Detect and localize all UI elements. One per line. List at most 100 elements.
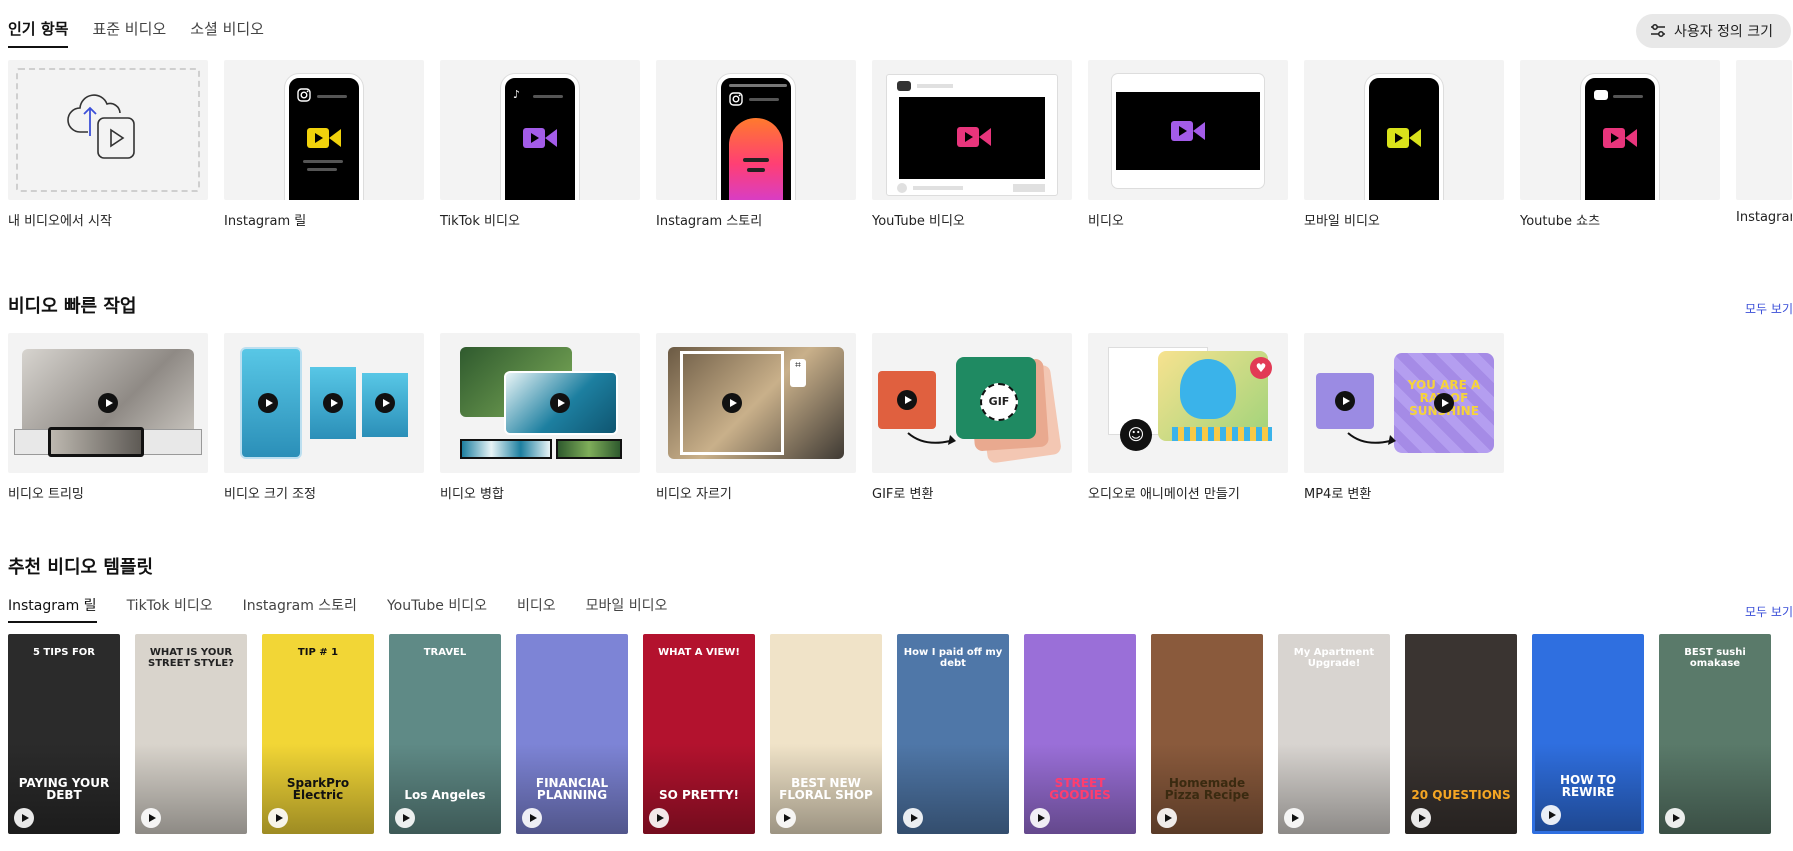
play-icon <box>722 393 742 413</box>
tab-mobile-video[interactable]: 모바일 비디오 <box>586 595 668 623</box>
template-bottom-text: SparkPro Electric <box>286 775 350 803</box>
format-thumb[interactable] <box>1088 60 1288 200</box>
quick-action-thumb[interactable] <box>440 333 640 473</box>
quick-action-thumb[interactable] <box>224 333 424 473</box>
quick-action-gif[interactable]: GIF GIF로 변환 <box>872 333 1072 502</box>
story-gradient <box>729 118 783 200</box>
template-card[interactable]: My Apartment Upgrade! <box>1278 634 1390 834</box>
tab-popular[interactable]: 인기 항목 <box>8 18 69 48</box>
template-tabs: Instagram 릴 TikTok 비디오 Instagram 스토리 You… <box>8 595 667 623</box>
template-top-text: WHAT A VIEW! <box>658 647 740 658</box>
quick-action-label: GIF로 변환 <box>872 487 934 502</box>
quick-action-crop[interactable]: ⌗ 비디오 자르기 <box>656 333 856 502</box>
quick-action-list: 비디오 트리밍 비디오 크기 조정 비디오 병합 ⌗ 비디오 자르기 GIF G… <box>8 333 1504 502</box>
quick-action-mp4[interactable]: YOU ARE A RAY OF SUNSHINE MP4로 변환 <box>1304 333 1504 502</box>
play-icon[interactable] <box>1411 808 1431 828</box>
quick-action-trim[interactable]: 비디오 트리밍 <box>8 333 208 502</box>
tab-youtube[interactable]: YouTube 비디오 <box>387 595 487 623</box>
quick-action-merge[interactable]: 비디오 병합 <box>440 333 640 502</box>
play-icon[interactable] <box>141 808 161 828</box>
quick-action-label: 비디오 병합 <box>440 487 504 502</box>
template-card[interactable]: WHAT A VIEW! SO PRETTY! <box>643 634 755 834</box>
video-camera-icon <box>523 128 557 148</box>
template-card[interactable]: Homemade Pizza Recipe <box>1151 634 1263 834</box>
format-card-upload[interactable]: 내 비디오에서 시작 <box>8 60 208 229</box>
format-card-youtube-shorts[interactable]: Youtube 쇼츠 <box>1520 60 1720 229</box>
template-bottom-text: SO PRETTY! <box>658 788 740 803</box>
phone-mockup <box>1365 74 1443 200</box>
template-card[interactable]: STREET GOODIES <box>1024 634 1136 834</box>
tab-standard-video[interactable]: 표준 비디오 <box>92 18 166 48</box>
face-icon: ☺ <box>1120 419 1152 451</box>
play-icon[interactable] <box>776 808 796 828</box>
play-icon[interactable] <box>1665 808 1685 828</box>
quick-action-thumb[interactable]: ⌗ <box>656 333 856 473</box>
instagram-icon <box>729 92 743 106</box>
quick-action-thumb[interactable]: GIF <box>872 333 1072 473</box>
play-icon[interactable] <box>1541 805 1561 825</box>
template-card[interactable]: BEST sushi omakase <box>1659 634 1771 834</box>
format-thumb[interactable] <box>1304 60 1504 200</box>
template-top-text: BEST sushi omakase <box>1684 647 1746 669</box>
tab-instagram-reels[interactable]: Instagram 릴 <box>8 595 97 623</box>
template-card[interactable]: FINANCIAL PLANNING <box>516 634 628 834</box>
arrow-icon <box>1347 432 1396 445</box>
template-card[interactable]: WHAT IS YOUR STREET STYLE? <box>135 634 247 834</box>
format-thumb[interactable] <box>1736 60 1792 200</box>
format-list: 내 비디오에서 시작 Instagram 릴 ♪ TikTok 비디오 Inst… <box>8 60 1792 229</box>
format-card-instagram-reels[interactable]: Instagram 릴 <box>224 60 424 229</box>
quick-action-thumb[interactable]: YOU ARE A RAY OF SUNSHINE <box>1304 333 1504 473</box>
quick-actions-see-all-link[interactable]: 모두 보기 <box>1745 300 1793 317</box>
format-thumb[interactable] <box>656 60 856 200</box>
format-card-video[interactable]: 비디오 <box>1088 60 1288 229</box>
template-card[interactable]: 5 TIPS FOR PAYING YOUR DEBT <box>8 634 120 834</box>
format-card-youtube[interactable]: YouTube 비디오 <box>872 60 1072 229</box>
template-bottom-text: PAYING YOUR DEBT <box>18 775 110 803</box>
format-card-mobile-video[interactable]: 모바일 비디오 <box>1304 60 1504 229</box>
format-card-tiktok[interactable]: ♪ TikTok 비디오 <box>440 60 640 229</box>
custom-size-button[interactable]: 사용자 정의 크기 <box>1635 14 1791 48</box>
template-top-text: My Apartment Upgrade! <box>1293 647 1375 669</box>
template-card[interactable]: TIP # 1 SparkPro Electric <box>262 634 374 834</box>
quick-action-resize[interactable]: 비디오 크기 조정 <box>224 333 424 502</box>
format-card-instagram-story[interactable]: Instagram 스토리 <box>656 60 856 229</box>
play-icon[interactable] <box>395 808 415 828</box>
template-card[interactable]: BEST NEW FLORAL SHOP <box>770 634 882 834</box>
quick-action-audio-animation[interactable]: ♥ ☺ 오디오로 애니메이션 만들기 <box>1088 333 1288 502</box>
custom-size-label: 사용자 정의 크기 <box>1673 24 1773 40</box>
play-icon[interactable] <box>903 808 923 828</box>
quick-action-thumb[interactable]: ♥ ☺ <box>1088 333 1288 473</box>
format-thumb[interactable] <box>1520 60 1720 200</box>
format-thumb[interactable] <box>8 60 208 200</box>
template-card[interactable]: TRAVEL Los Angeles <box>389 634 501 834</box>
quick-action-label: 비디오 자르기 <box>656 487 732 502</box>
gif-badge: GIF <box>980 383 1018 421</box>
tab-video[interactable]: 비디오 <box>517 595 556 623</box>
templates-see-all-link[interactable]: 모두 보기 <box>1745 603 1793 620</box>
format-thumb[interactable] <box>224 60 424 200</box>
play-icon[interactable] <box>1030 808 1050 828</box>
play-icon[interactable] <box>1284 808 1304 828</box>
play-icon <box>98 393 118 413</box>
youtube-icon <box>897 81 911 91</box>
template-top-text: WHAT IS YOUR STREET STYLE? <box>148 647 234 669</box>
play-icon[interactable] <box>649 808 669 828</box>
format-card-instagram-partial[interactable]: Instagram <box>1736 60 1792 229</box>
format-thumb[interactable] <box>872 60 1072 200</box>
play-icon[interactable] <box>1157 808 1177 828</box>
tab-tiktok[interactable]: TikTok 비디오 <box>127 595 213 623</box>
template-card[interactable]: 20 QUESTIONS <box>1405 634 1517 834</box>
format-thumb[interactable]: ♪ <box>440 60 640 200</box>
template-card[interactable]: How I paid off my debt <box>897 634 1009 834</box>
play-icon[interactable] <box>522 808 542 828</box>
quick-action-thumb[interactable] <box>8 333 208 473</box>
template-top-text: How I paid off my debt <box>903 647 1003 669</box>
template-card[interactable]: HOW TO REWIRE <box>1532 634 1644 834</box>
play-icon <box>550 393 570 413</box>
video-camera-icon <box>957 127 991 147</box>
template-bottom-text: BEST NEW FLORAL SHOP <box>779 775 873 803</box>
play-icon[interactable] <box>14 808 34 828</box>
play-icon[interactable] <box>268 808 288 828</box>
tab-social-video[interactable]: 소셜 비디오 <box>190 18 264 48</box>
tab-instagram-story[interactable]: Instagram 스토리 <box>243 595 357 623</box>
